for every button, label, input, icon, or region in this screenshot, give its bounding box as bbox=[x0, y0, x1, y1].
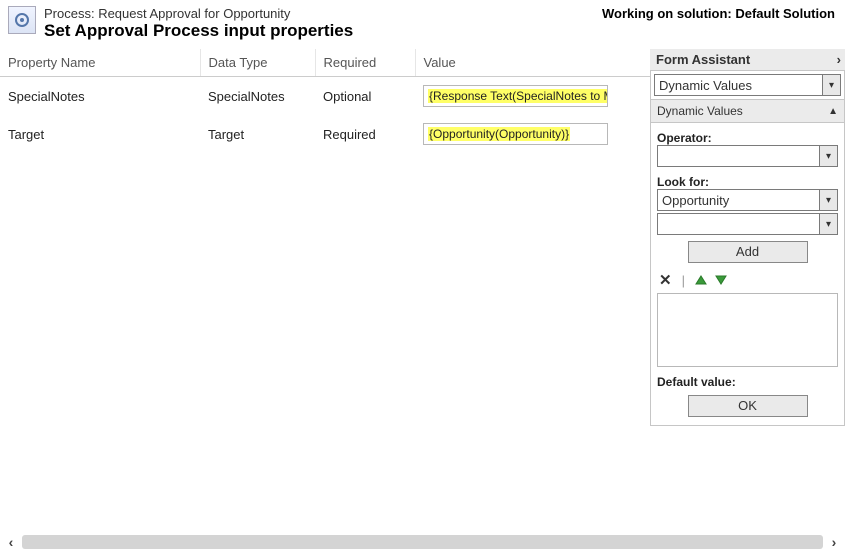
scrollbar-track[interactable] bbox=[22, 535, 823, 549]
working-on-solution: Working on solution: Default Solution bbox=[602, 6, 835, 21]
selected-values-list[interactable] bbox=[657, 293, 838, 367]
lookfor-label: Look for: bbox=[657, 175, 838, 189]
lookfor-entity-select[interactable]: Opportunity ▾ bbox=[657, 189, 838, 211]
chevron-down-icon[interactable]: ▾ bbox=[819, 146, 837, 166]
process-icon bbox=[8, 6, 36, 34]
horizontal-scrollbar[interactable]: ‹ › bbox=[0, 533, 845, 551]
lookfor-attribute-select[interactable]: ▾ bbox=[657, 213, 838, 235]
add-button[interactable]: Add bbox=[688, 241, 808, 263]
scroll-right-icon[interactable]: › bbox=[823, 534, 845, 550]
assistant-titlebar: Form Assistant › bbox=[650, 49, 845, 71]
properties-table: Property Name Data Type Required Value S… bbox=[0, 49, 650, 153]
col-header-data-type[interactable]: Data Type bbox=[200, 49, 315, 77]
cell-data-type: Target bbox=[200, 115, 315, 153]
cell-required: Optional bbox=[315, 77, 415, 116]
dynamic-values-section-header[interactable]: Dynamic Values ▲ bbox=[651, 99, 844, 123]
remove-icon[interactable]: ✕ bbox=[659, 271, 672, 289]
default-value-label: Default value: bbox=[657, 375, 838, 389]
col-header-property-name[interactable]: Property Name bbox=[0, 49, 200, 77]
table-row: Target Target Required {Opportunity(Oppo… bbox=[0, 115, 650, 153]
col-header-value[interactable]: Value bbox=[415, 49, 650, 77]
value-input[interactable]: {Response Text(SpecialNotes to Manage bbox=[423, 85, 608, 107]
assistant-title: Form Assistant bbox=[656, 52, 750, 67]
chevron-right-icon[interactable]: › bbox=[837, 52, 841, 67]
value-token: {Opportunity(Opportunity)} bbox=[428, 127, 570, 141]
collapse-icon[interactable]: ▲ bbox=[828, 106, 838, 117]
chevron-down-icon[interactable]: ▾ bbox=[822, 75, 840, 95]
assistant-type-select[interactable]: Dynamic Values ▾ bbox=[654, 74, 841, 96]
cell-data-type: SpecialNotes bbox=[200, 77, 315, 116]
cell-property: Target bbox=[0, 115, 200, 153]
ok-button[interactable]: OK bbox=[688, 395, 808, 417]
properties-panel: Property Name Data Type Required Value S… bbox=[0, 49, 650, 153]
move-down-icon[interactable] bbox=[715, 274, 727, 286]
cell-required: Required bbox=[315, 115, 415, 153]
operator-label: Operator: bbox=[657, 131, 838, 145]
chevron-down-icon[interactable]: ▾ bbox=[819, 190, 837, 210]
operator-select[interactable]: ▾ bbox=[657, 145, 838, 167]
move-up-icon[interactable] bbox=[695, 274, 707, 286]
scroll-left-icon[interactable]: ‹ bbox=[0, 534, 22, 550]
col-header-required[interactable]: Required bbox=[315, 49, 415, 77]
chevron-down-icon[interactable]: ▾ bbox=[819, 214, 837, 234]
cell-property: SpecialNotes bbox=[0, 77, 200, 116]
value-token: {Response Text(SpecialNotes to Manage bbox=[428, 89, 608, 103]
table-row: SpecialNotes SpecialNotes Optional {Resp… bbox=[0, 77, 650, 116]
form-assistant-panel: Form Assistant › Dynamic Values ▾ Dynami… bbox=[650, 49, 845, 426]
value-input[interactable]: {Opportunity(Opportunity)} bbox=[423, 123, 608, 145]
page-title: Set Approval Process input properties bbox=[44, 21, 837, 41]
